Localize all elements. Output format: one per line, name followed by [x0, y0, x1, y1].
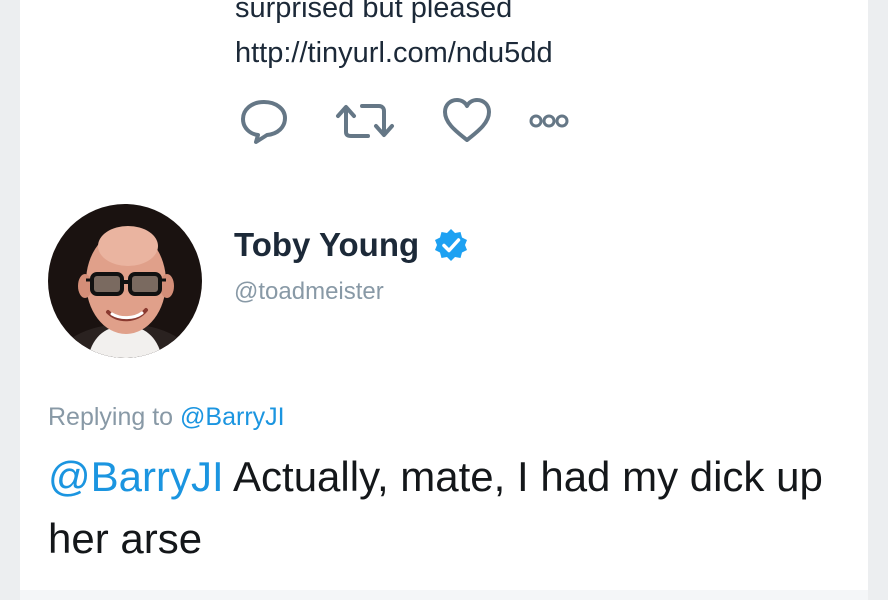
retweet-button[interactable]: [334, 96, 396, 146]
reply-icon: [241, 100, 287, 144]
avatar[interactable]: [48, 204, 202, 358]
tweet-card: surprised but pleased http://tinyurl.com…: [20, 0, 868, 600]
previous-tweet-line: surprised but pleased: [235, 0, 513, 24]
author-name-text: Toby Young: [234, 226, 420, 263]
replying-to: Replying to @BarryJI: [48, 403, 285, 432]
tweet-text: @BarryJI Actually, mate, I had my dick u…: [48, 446, 848, 570]
retweet-icon: [336, 104, 394, 138]
author-handle[interactable]: @toadmeister: [234, 278, 384, 306]
author-name[interactable]: Toby Young: [234, 226, 469, 264]
heart-icon: [443, 98, 491, 142]
divider: [20, 590, 868, 600]
more-button[interactable]: [522, 96, 576, 146]
verified-badge-icon: [433, 227, 469, 263]
tweet-mention[interactable]: @BarryJI: [48, 453, 224, 500]
previous-tweet-link[interactable]: http://tinyurl.com/ndu5dd: [235, 31, 553, 76]
reply-button[interactable]: [238, 96, 290, 146]
tweet-actions: [238, 96, 576, 146]
replying-to-label: Replying to: [48, 403, 174, 431]
replying-to-mention[interactable]: @BarryJI: [180, 403, 285, 431]
like-button[interactable]: [440, 96, 494, 146]
avatar-photo: [48, 204, 202, 358]
more-icon: [529, 114, 569, 128]
previous-tweet-text: surprised but pleased http://tinyurl.com…: [235, 0, 553, 76]
